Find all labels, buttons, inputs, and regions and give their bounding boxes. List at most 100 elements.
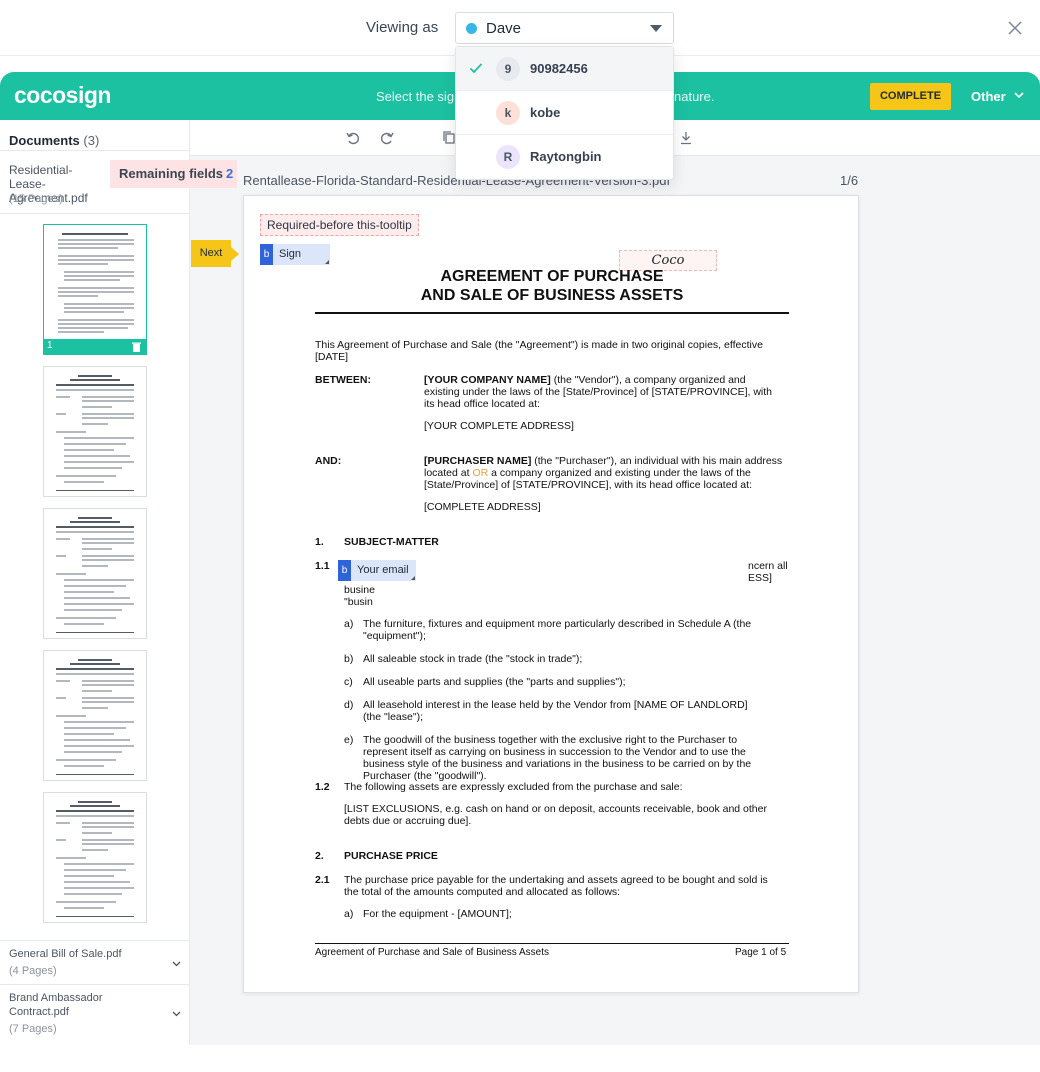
thumb-line <box>56 673 134 675</box>
thumb-line <box>82 396 134 398</box>
document-pages: (7 Pages) <box>9 1023 57 1035</box>
thumb-line <box>64 591 114 593</box>
thumb-line <box>56 431 86 433</box>
thumb-footer: 1 <box>44 339 146 354</box>
page-footer-left: Agreement of Purchase and Sale of Busine… <box>315 947 550 958</box>
thumb-line <box>64 271 134 273</box>
undo-icon[interactable] <box>345 130 361 146</box>
cocosign-logo: cocosign <box>14 82 111 108</box>
viewing-as-label: Viewing as <box>366 19 439 36</box>
next-field-button[interactable]: Next <box>191 240 231 267</box>
thumb-line <box>82 826 134 828</box>
viewer-select[interactable]: Dave <box>455 12 674 44</box>
list-item: For the equipment - [AMOUNT]; <box>363 908 512 920</box>
thumb-line <box>82 832 112 834</box>
page-footer-right: Page 1 of 5 <box>735 947 787 958</box>
check-icon <box>469 63 483 74</box>
thumb-line <box>78 375 112 377</box>
intro-paragraph: This Agreement of Purchase and Sale (the… <box>315 339 763 363</box>
thumb-line <box>64 481 104 483</box>
redo-icon[interactable] <box>379 130 395 146</box>
trash-icon[interactable] <box>132 342 141 352</box>
thumb-line <box>58 319 134 321</box>
viewer-color-dot <box>466 23 477 34</box>
thumb-line <box>64 745 134 747</box>
page-thumbnail-5[interactable] <box>43 792 147 923</box>
thumb-line <box>58 247 118 249</box>
thumb-line <box>82 822 134 824</box>
thumb-line <box>56 916 134 917</box>
documents-count: (3) <box>83 133 100 148</box>
thumb-page-number: 1 <box>47 340 53 351</box>
thumb-line <box>56 715 86 717</box>
thumb-line <box>58 323 134 325</box>
complete-button[interactable]: COMPLETE <box>870 83 951 110</box>
required-tooltip: Required-before this-tooltip <box>260 214 419 236</box>
avatar: 9 <box>496 57 520 81</box>
thumb-line <box>64 875 114 877</box>
thumb-line <box>64 727 126 729</box>
thumb-line <box>78 517 112 519</box>
thumb-line <box>56 490 134 491</box>
resize-handle-icon[interactable] <box>325 260 329 264</box>
thumb-line <box>56 538 70 540</box>
resize-handle-icon[interactable] <box>411 576 415 580</box>
thumb-line <box>64 455 130 457</box>
thumb-line <box>82 843 134 845</box>
thumb-line <box>82 406 112 408</box>
thumb-line <box>58 255 134 257</box>
thumb-line <box>64 303 134 305</box>
title-rule <box>315 312 789 314</box>
sign-field-label: Sign <box>279 248 302 260</box>
email-field[interactable]: b Your email <box>338 560 416 581</box>
thumb-line <box>64 881 130 883</box>
purchaser-name: [PURCHASER NAME] <box>424 455 532 467</box>
sign-field[interactable]: b Sign <box>260 244 330 265</box>
thumb-line <box>56 531 134 533</box>
chevron-down-icon[interactable] <box>171 1008 182 1019</box>
thumb-line <box>62 233 128 235</box>
thumb-line <box>58 239 134 241</box>
document-name: General Bill of Sale.pdf <box>9 948 122 960</box>
page-thumbnail-2[interactable] <box>43 366 147 497</box>
thumb-line <box>56 617 116 619</box>
thumb-line <box>58 263 108 265</box>
page-thumbnail-3[interactable] <box>43 508 147 639</box>
document-item-general-bill-of-sale[interactable]: General Bill of Sale.pdf (4 Pages) <box>0 940 190 984</box>
divider <box>0 213 190 214</box>
download-icon[interactable] <box>678 130 694 146</box>
thumb-line <box>56 384 134 386</box>
viewer-option-kobe[interactable]: k kobe <box>456 91 673 135</box>
viewer-option-90982456[interactable]: 9 90982456 <box>456 47 673 91</box>
thumb-line <box>64 765 104 767</box>
close-icon[interactable] <box>1005 18 1025 38</box>
avatar: k <box>496 101 520 125</box>
thumb-line <box>64 751 122 753</box>
thumb-line <box>58 259 134 261</box>
header-instruction-left: Select the sig <box>376 89 455 104</box>
remaining-fields-label: Remaining fields <box>119 166 224 181</box>
thumb-line <box>56 815 134 817</box>
section-1-1-text-right-2: ESS] <box>748 572 772 584</box>
current-document-pages: (15 Pages) <box>9 193 63 205</box>
thumb-line <box>64 597 130 599</box>
thumb-line <box>64 461 134 463</box>
other-menu-button[interactable]: Other <box>971 89 1006 104</box>
thumb-line <box>58 291 134 293</box>
chevron-down-icon[interactable] <box>1013 89 1025 101</box>
section-2-1-text: The purchase price payable for the under… <box>344 874 768 898</box>
document-page: Required-before this-tooltip b Sign Coco… <box>243 195 859 993</box>
remaining-fields-badge[interactable]: Remaining fields 2 <box>110 160 237 188</box>
page-thumbnail-4[interactable] <box>43 650 147 781</box>
page-thumbnail-1[interactable]: 1 <box>43 224 147 355</box>
thumb-line <box>64 307 134 309</box>
chevron-down-icon[interactable] <box>171 958 182 969</box>
thumb-line <box>64 437 134 439</box>
document-item-brand-ambassador-contract[interactable]: Brand Ambassador Contract.pdf (7 Pages) <box>0 984 190 1045</box>
document-name: Brand Ambassador Contract.pdf <box>9 992 103 1018</box>
thumb-line <box>58 295 98 297</box>
email-field-label: Your email <box>357 564 409 576</box>
next-field-arrow <box>231 247 239 261</box>
thumb-line <box>64 279 120 281</box>
viewer-option-raytongbin[interactable]: R Raytongbin <box>456 135 673 179</box>
